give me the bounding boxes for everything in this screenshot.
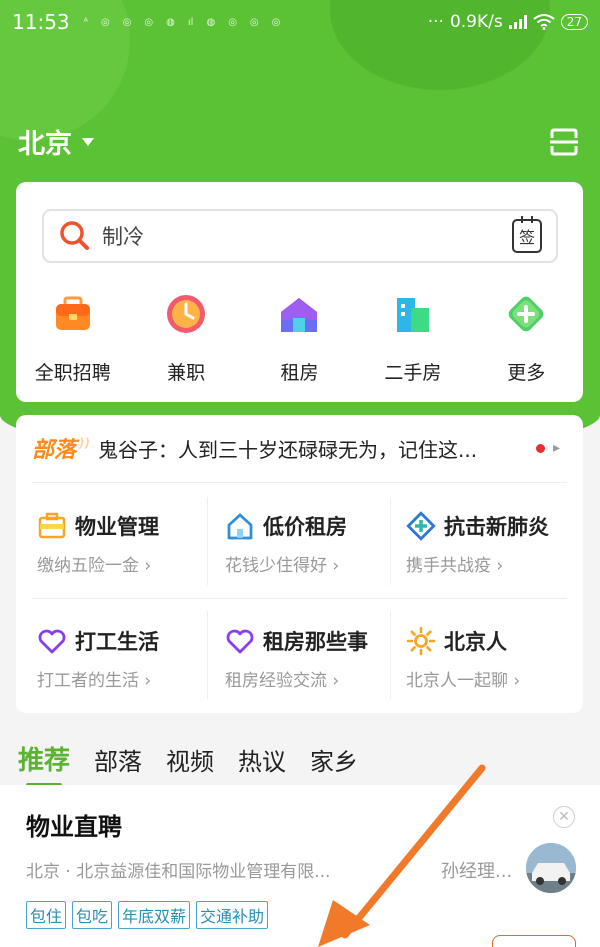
- sign-in-icon[interactable]: 签: [512, 216, 542, 253]
- notification-icon: ◎: [100, 16, 110, 28]
- search-placeholder: 制冷: [102, 225, 144, 249]
- apply-button[interactable]: [492, 935, 576, 947]
- divider: [32, 598, 567, 599]
- network-speed: 0.9K/s: [449, 12, 503, 32]
- medical-cross-icon: [406, 511, 436, 541]
- topic-property-management[interactable]: 物业管理 缴纳五险一金 ›: [37, 511, 217, 576]
- job-tag: 交通补助: [196, 901, 269, 929]
- quick-entry-fulltime[interactable]: 全职招聘: [16, 290, 129, 385]
- job-tag: 年底双薪: [118, 901, 191, 929]
- topic-subtitle: 打工者的生活: [37, 671, 139, 691]
- topic-cheap-rent[interactable]: 低价租房 花钱少住得好 ›: [225, 511, 405, 576]
- close-icon[interactable]: ✕: [553, 806, 575, 828]
- notification-icon: ◎: [271, 16, 281, 28]
- more-icon: [508, 296, 544, 332]
- community-card: 部落 鬼谷子：人到三十岁还碌碌无为，记住这... ▸ 物业管理 缴纳五险一金 ›…: [16, 415, 583, 713]
- building-icon: [396, 298, 429, 332]
- chevron-down-icon: [82, 137, 94, 146]
- heart-outline-icon: [226, 629, 254, 654]
- topic-title: 抗击新肺炎: [444, 515, 549, 539]
- quick-entry-parttime[interactable]: 兼职: [129, 290, 242, 385]
- heart-outline-icon: [38, 629, 66, 654]
- topic-work-life[interactable]: 打工生活 打工者的生活 ›: [37, 626, 217, 691]
- quick-entry-label: 租房: [280, 362, 319, 384]
- search-icon: [60, 221, 89, 250]
- job-tag: 包吃: [72, 901, 113, 929]
- notification-icon: ıl: [187, 16, 194, 28]
- sun-icon: [406, 626, 436, 656]
- job-title: 物业直聘: [26, 813, 122, 841]
- briefcase-outline-icon: [38, 512, 66, 539]
- status-bar: 11:53 ᴬ ◎ ◎ ◎ ◍ ıl ◍ ◎ ◎ ◎ ··· 0.9K/s 27: [0, 0, 600, 44]
- topic-subtitle: 北京人一起聊: [406, 671, 508, 691]
- quick-entry-more[interactable]: 更多: [470, 290, 583, 385]
- tribe-tag: 部落: [32, 432, 90, 464]
- house-icon: [281, 298, 318, 332]
- topic-subtitle: 缴纳五险一金: [37, 556, 139, 576]
- tab-hot-discussion[interactable]: 热议: [238, 742, 286, 777]
- quick-entry-label: 二手房: [384, 362, 442, 384]
- notification-icon: ◍: [206, 16, 216, 28]
- feed-tabs: 推荐 部落 视频 热议 家乡: [18, 740, 358, 787]
- scan-icon[interactable]: [548, 126, 580, 158]
- quick-entry-rent[interactable]: 租房: [243, 290, 356, 385]
- quick-entry-label: 全职招聘: [34, 362, 111, 384]
- tab-hometown[interactable]: 家乡: [310, 742, 358, 777]
- tribe-headline: 鬼谷子：人到三十岁还碌碌无为，记住这...: [98, 437, 478, 462]
- wifi-icon: [533, 14, 555, 30]
- quick-entry-label: 兼职: [167, 362, 206, 384]
- job-post-card[interactable]: 物业直聘 ✕ 北京 · 北京益源佳和国际物业管理有限... 孙经理... 包住 …: [0, 785, 600, 947]
- topic-title: 打工生活: [75, 630, 159, 654]
- tab-recommend[interactable]: 推荐: [18, 740, 70, 787]
- topic-title: 租房那些事: [263, 630, 368, 654]
- topic-title: 北京人: [444, 630, 507, 654]
- search-input[interactable]: 制冷 签: [42, 209, 558, 263]
- city-selector[interactable]: 北京: [18, 122, 94, 161]
- job-tags: 包住 包吃 年底双薪 交通补助: [26, 901, 269, 929]
- job-company: 北京 · 北京益源佳和国际物业管理有限...: [26, 862, 331, 882]
- job-tag: 包住: [26, 901, 67, 929]
- quick-entry-grid: 全职招聘 兼职 租房 二手房 更多: [16, 290, 583, 385]
- battery-indicator: 27: [560, 14, 588, 30]
- clock-icon: [167, 295, 206, 333]
- topic-beijing-people[interactable]: 北京人 北京人一起聊 ›: [406, 626, 586, 691]
- topic-subtitle: 携手共战疫: [406, 556, 491, 576]
- topic-subtitle: 租房经验交流: [225, 671, 327, 691]
- tab-video[interactable]: 视频: [166, 742, 214, 777]
- topic-renting-stories[interactable]: 租房那些事 租房经验交流 ›: [225, 626, 405, 691]
- signal-icon: [508, 15, 527, 29]
- topic-title: 低价租房: [263, 515, 347, 539]
- notification-icon: ◎: [249, 16, 259, 28]
- notification-icon: ◎: [228, 16, 237, 28]
- chevron-right-icon: ▸: [553, 440, 561, 456]
- notification-icon: ◎: [144, 16, 154, 28]
- job-contact: 孙经理...: [441, 861, 513, 882]
- notification-icon: ◎: [122, 16, 132, 28]
- more-dots: ···: [427, 12, 444, 32]
- tribe-headline-row[interactable]: 部落 鬼谷子：人到三十岁还碌碌无为，记住这... ▸: [16, 427, 583, 469]
- quick-entry-secondhand-house[interactable]: 二手房: [356, 290, 469, 385]
- main-entry-card: 制冷 签 全职招聘 兼职 租房 二手房 更多: [16, 182, 583, 402]
- quick-entry-label: 更多: [507, 362, 546, 384]
- notification-icon: ◍: [166, 16, 175, 28]
- unread-dot: [536, 443, 546, 453]
- tab-tribe[interactable]: 部落: [94, 742, 142, 777]
- divider: [32, 482, 567, 483]
- notification-icons: ᴬ ◎ ◎ ◎ ◍ ıl ◍ ◎ ◎ ◎: [84, 17, 281, 28]
- topic-title: 物业管理: [75, 515, 159, 539]
- city-name: 北京: [18, 129, 72, 160]
- avatar: [526, 843, 576, 893]
- status-time: 11:53: [12, 10, 70, 34]
- topic-subtitle: 花钱少住得好: [225, 556, 327, 576]
- briefcase-icon: [55, 296, 90, 330]
- house-outline-icon: [227, 513, 253, 540]
- topic-fight-pneumonia[interactable]: 抗击新肺炎 携手共战疫 ›: [406, 511, 586, 576]
- notification-icon: ᴬ: [83, 16, 88, 28]
